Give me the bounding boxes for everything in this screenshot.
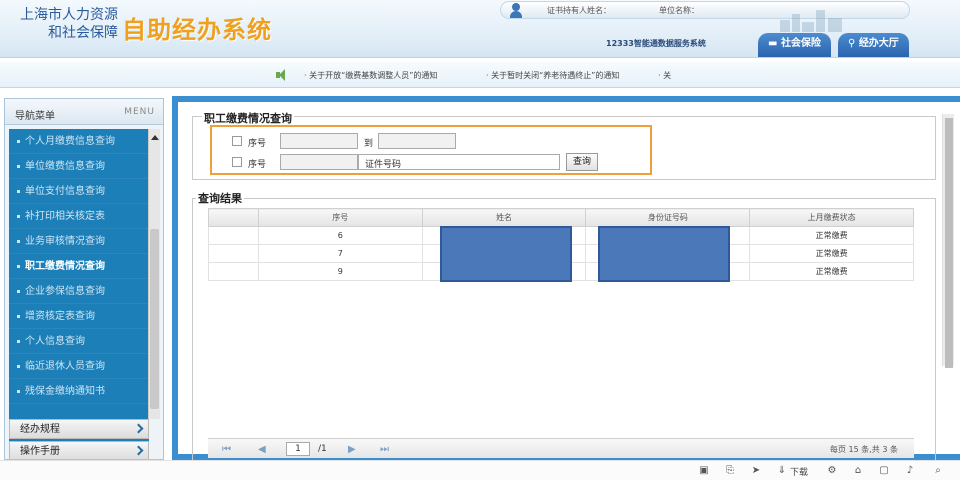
- pager-summary: 每页 15 条,共 3 条: [830, 445, 898, 454]
- query-legend: 职工缴费情况查询: [202, 110, 294, 126]
- seq-cell: 6: [257, 226, 423, 245]
- scroll-up-icon[interactable]: [151, 135, 159, 140]
- sidebar-menu-list: 个人月缴费信息查询 单位缴费信息查询 单位支付信息查询 补打印相关核定表 业务审…: [9, 129, 149, 449]
- pager: ⏮ ◀ 1 /1 ▶ ⏭ 每页 15 条,共 3 条: [208, 438, 914, 458]
- menu-label: MENU: [124, 107, 155, 117]
- section-procedures-label: 经办规程: [20, 424, 60, 435]
- sidebar-item[interactable]: 单位缴费信息查询: [9, 154, 149, 179]
- seq-to-input[interactable]: [378, 133, 456, 149]
- results-legend: 查询结果: [196, 190, 244, 206]
- seq-from-input[interactable]: [280, 133, 358, 149]
- tab-service-hall[interactable]: ⚲ 经办大厅: [838, 33, 909, 57]
- sidebar-item[interactable]: 企业参保信息查询: [9, 279, 149, 304]
- last-page-icon[interactable]: ⏭: [380, 444, 389, 455]
- status-cell: 正常缴费: [749, 244, 914, 263]
- sidebar-scrollbar[interactable]: [148, 129, 160, 419]
- scroll-thumb[interactable]: [150, 229, 159, 409]
- hall-icon: ⚲: [848, 38, 859, 49]
- unit-name-label: 单位名称：: [659, 6, 699, 15]
- notice-link[interactable]: · 关于暂时关闭“养老待遇终止”的通知: [486, 70, 619, 81]
- user-icon: [509, 2, 523, 18]
- share-icon[interactable]: ➤: [750, 465, 762, 477]
- sidebar-item[interactable]: 临近退休人员查询: [9, 354, 149, 379]
- status-cell: 正常缴费: [749, 262, 914, 281]
- cert-holder-label: 证书持有人姓名：: [547, 6, 611, 15]
- row-cell: [208, 226, 259, 245]
- section-manual[interactable]: 操作手册: [9, 441, 149, 459]
- tab-social-insurance-label: 社会保险: [780, 38, 821, 49]
- row-cell: [208, 262, 259, 281]
- logo-line-1: 上海市人力资源: [20, 7, 118, 23]
- prev-page-icon[interactable]: ◀: [258, 444, 266, 455]
- total-pages: /1: [318, 444, 327, 454]
- seq-input-2[interactable]: [280, 154, 358, 170]
- query-form-highlight: 序号 到 序号 证件号码 查询: [210, 125, 652, 175]
- sidebar-item[interactable]: 业务审核情况查询: [9, 229, 149, 254]
- chevron-right-icon: [133, 445, 144, 456]
- column-header: 身份证号码: [585, 208, 751, 227]
- app-root: 上海市人力资源 和社会保障 自助经办系统 证书持有人姓名： 单位名称： 1233…: [0, 0, 960, 480]
- page-input[interactable]: 1: [286, 442, 310, 456]
- sidebar-item-active[interactable]: 职工缴费情况查询: [9, 254, 149, 279]
- next-page-icon[interactable]: ▶: [348, 444, 356, 455]
- seq-cell: 9: [257, 262, 423, 281]
- table-header-row: 序号 姓名 身份证号码 上月缴费状态: [208, 208, 914, 227]
- main-scrollbar[interactable]: [942, 114, 954, 368]
- id-checkbox[interactable]: [232, 157, 242, 167]
- header: 上海市人力资源 和社会保障 自助经办系统 证书持有人姓名： 单位名称： 1233…: [0, 0, 960, 58]
- main-scroll-thumb[interactable]: [945, 118, 953, 368]
- bottom-toolbar: ▣ ⎘ ➤ ⇓ 下载 ⚙ ⌂ ▢ ♪ ⌕: [0, 460, 960, 480]
- id-number-label: 证件号码: [365, 160, 402, 170]
- copy-icon[interactable]: ⎘: [724, 465, 736, 477]
- logo: 上海市人力资源 和社会保障: [18, 6, 118, 42]
- settings-icon[interactable]: ⚙: [826, 465, 838, 477]
- seq-cell: 7: [257, 244, 423, 263]
- query-button[interactable]: 查询: [566, 153, 599, 171]
- logo-line-2: 和社会保障: [48, 25, 118, 41]
- column-header: 上月缴费状态: [749, 208, 914, 227]
- redaction-mask-id: [598, 226, 730, 282]
- download-label[interactable]: 下载: [790, 465, 808, 478]
- notice-bar: · 关于开放“缴费基数调整人员”的通知 · 关于暂时关闭“养老待遇终止”的通知 …: [0, 62, 960, 88]
- sidebar-item[interactable]: 个人月缴费信息查询: [9, 129, 149, 154]
- sidebar-item[interactable]: 增资核定表查询: [9, 304, 149, 329]
- download-icon[interactable]: ⇓: [776, 465, 788, 477]
- tab-service-hall-label: 经办大厅: [858, 38, 899, 49]
- section-manual-label: 操作手册: [20, 446, 60, 457]
- sidebar-header: 导航菜单 MENU: [5, 99, 163, 125]
- sidebar-item[interactable]: 单位支付信息查询: [9, 179, 149, 204]
- social-insurance-icon: ▬: [768, 38, 781, 49]
- to-label: 到: [364, 139, 374, 149]
- skyline-decoration: [780, 10, 850, 32]
- section-procedures[interactable]: 经办规程: [9, 419, 149, 439]
- range-checkbox[interactable]: [232, 136, 242, 146]
- sidebar-title: 导航菜单: [15, 111, 55, 122]
- column-header: 姓名: [421, 208, 587, 227]
- redaction-mask-name: [440, 226, 572, 282]
- notice-link[interactable]: · 关: [658, 70, 671, 81]
- image-icon[interactable]: ▣: [698, 465, 710, 477]
- speaker-icon: [276, 69, 288, 81]
- sys-12333-link[interactable]: 12333智能通数据服务系统: [606, 38, 706, 49]
- sidebar-item[interactable]: 残保金缴纳通知书: [9, 379, 149, 404]
- sidebar-item[interactable]: 个人信息查询: [9, 329, 149, 354]
- chevron-right-icon: [133, 423, 144, 434]
- window-icon[interactable]: ▢: [878, 465, 890, 477]
- row-cell: [208, 244, 259, 263]
- search-icon[interactable]: ⌕: [932, 465, 944, 477]
- id-number-field[interactable]: 证件号码: [358, 154, 560, 170]
- sidebar: 导航菜单 MENU 个人月缴费信息查询 单位缴费信息查询 单位支付信息查询 补打…: [4, 98, 164, 460]
- tag-icon[interactable]: ⌂: [852, 465, 864, 477]
- first-page-icon[interactable]: ⏮: [222, 444, 231, 455]
- tab-social-insurance[interactable]: ▬ 社会保险: [758, 33, 831, 57]
- status-cell: 正常缴费: [749, 226, 914, 245]
- system-title: 自助经办系统: [122, 15, 272, 44]
- volume-icon[interactable]: ♪: [904, 465, 916, 477]
- column-header: 序号: [257, 208, 423, 227]
- column-header: [208, 208, 259, 227]
- seq-label: 序号: [248, 139, 267, 149]
- seq-label-2: 序号: [248, 160, 267, 170]
- notice-link[interactable]: · 关于开放“缴费基数调整人员”的通知: [304, 70, 437, 81]
- sidebar-item[interactable]: 补打印相关核定表: [9, 204, 149, 229]
